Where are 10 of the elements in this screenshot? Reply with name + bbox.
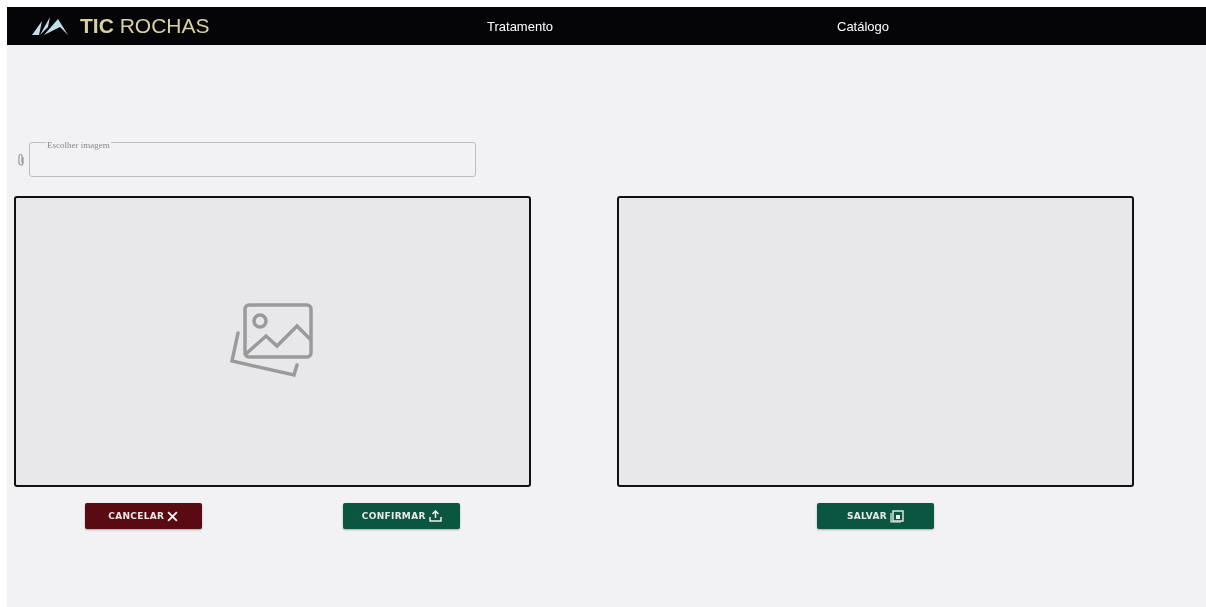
logo-text: TIC ROCHAS — [80, 14, 210, 38]
confirm-button[interactable]: CONFIRMAR — [343, 503, 461, 529]
cancel-button[interactable]: CANCELAR — [84, 503, 202, 529]
close-icon — [167, 510, 179, 522]
nav-link[interactable]: Tratamento — [487, 7, 553, 45]
save-icon — [890, 509, 904, 523]
nav-link[interactable]: Catálogo — [837, 7, 890, 45]
paperclip-icon — [17, 152, 25, 167]
save-button[interactable]: SALVAR — [817, 503, 934, 529]
upload-icon — [428, 510, 442, 522]
